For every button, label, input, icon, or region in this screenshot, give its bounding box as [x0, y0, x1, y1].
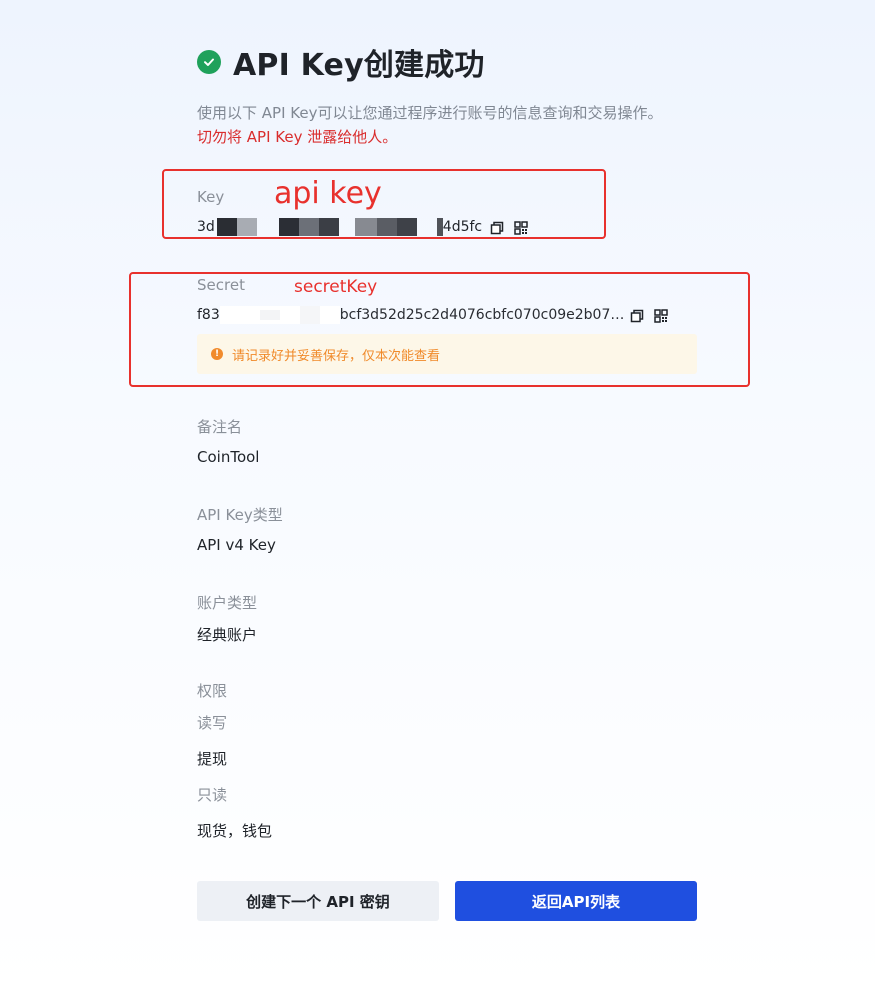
secret-value-row: f83 bcf3d52d25c2d4076cbfc070c09e2b07…: [197, 306, 669, 324]
permission-label: 权限: [197, 682, 228, 700]
check-circle-icon: [197, 50, 221, 74]
readwrite-label: 读写: [197, 714, 228, 732]
key-label: Key: [197, 188, 225, 206]
key-mosaic: [216, 218, 443, 236]
save-notice-text: 请记录好并妥善保存，仅本次能查看: [232, 348, 441, 364]
remark-value: CoinTool: [197, 448, 260, 466]
copy-icon[interactable]: [630, 308, 644, 323]
readonly-value: 现货，钱包: [197, 822, 273, 840]
qr-code-icon[interactable]: [514, 220, 528, 235]
page-description: 使用以下 API Key可以让您通过程序进行账号的信息查询和交易操作。: [197, 104, 663, 122]
account-type-label: 账户类型: [197, 594, 258, 612]
readwrite-value: 提现: [197, 750, 228, 768]
key-value-row: 3d 4d5fc: [197, 218, 528, 236]
api-key-annotation: api key: [274, 176, 382, 211]
remark-label: 备注名: [197, 418, 243, 436]
page-title: API Key创建成功: [233, 48, 485, 83]
secret-mosaic: [219, 306, 340, 324]
info-icon: !: [211, 348, 223, 360]
readonly-label: 只读: [197, 786, 228, 804]
security-warning: 切勿将 API Key 泄露给他人。: [197, 128, 398, 146]
create-next-key-button[interactable]: 创建下一个 API 密钥: [197, 881, 439, 921]
account-type-value: 经典账户: [197, 626, 258, 644]
key-value-suffix: 4d5fc: [442, 219, 483, 235]
back-to-api-list-button[interactable]: 返回API列表: [455, 881, 697, 921]
save-notice: ! 请记录好并妥善保存，仅本次能查看: [197, 334, 697, 374]
key-value-prefix: 3d: [197, 219, 215, 235]
qr-code-icon[interactable]: [654, 308, 669, 323]
api-type-value: API v4 Key: [197, 536, 276, 554]
secret-annotation: secretKey: [294, 277, 378, 297]
secret-label: Secret: [197, 276, 245, 294]
secret-value-suffix: bcf3d52d25c2d4076cbfc070c09e2b07…: [339, 307, 625, 323]
secret-value-prefix: f83: [197, 307, 220, 323]
page-title-row: API Key创建成功: [197, 40, 485, 84]
copy-icon[interactable]: [490, 220, 504, 235]
api-type-label: API Key类型: [197, 506, 283, 524]
